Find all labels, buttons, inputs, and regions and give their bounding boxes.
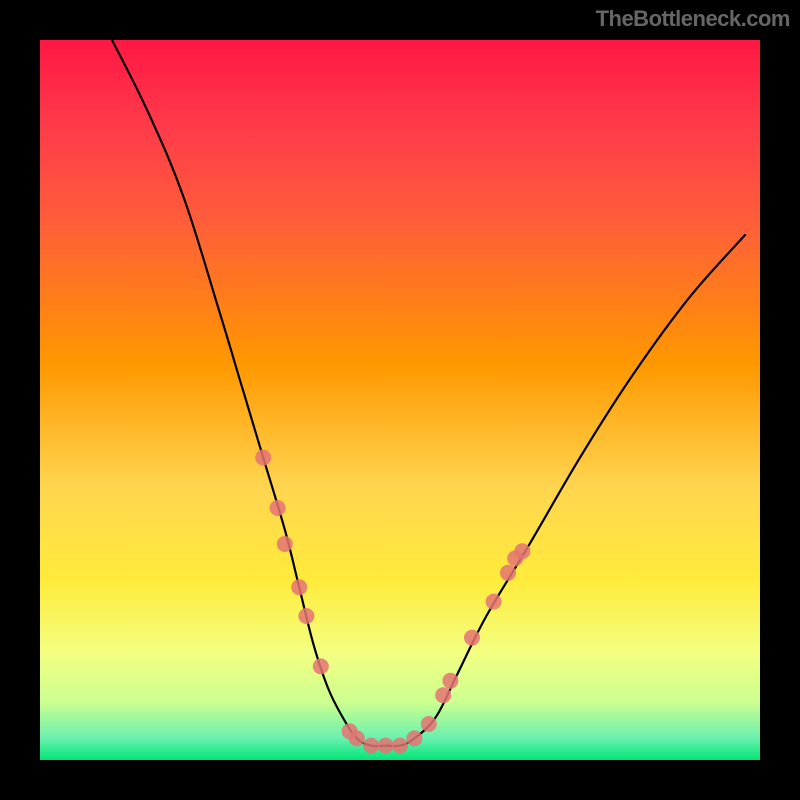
curve-svg <box>40 40 760 760</box>
marker-dot <box>514 543 530 559</box>
marker-dot <box>349 730 365 746</box>
marker-group <box>255 450 530 754</box>
marker-dot <box>486 594 502 610</box>
marker-dot <box>363 738 379 754</box>
marker-dot <box>421 716 437 732</box>
marker-dot <box>277 536 293 552</box>
watermark-text: TheBottleneck.com <box>596 6 790 32</box>
marker-dot <box>378 738 394 754</box>
chart-frame: TheBottleneck.com <box>0 0 800 800</box>
marker-dot <box>270 500 286 516</box>
marker-dot <box>500 565 516 581</box>
marker-dot <box>392 738 408 754</box>
marker-dot <box>464 630 480 646</box>
marker-dot <box>435 687 451 703</box>
marker-dot <box>291 579 307 595</box>
marker-dot <box>406 730 422 746</box>
marker-dot <box>255 450 271 466</box>
bottleneck-curve <box>112 40 746 746</box>
marker-dot <box>313 658 329 674</box>
marker-dot <box>442 673 458 689</box>
plot-area <box>40 40 760 760</box>
marker-dot <box>298 608 314 624</box>
